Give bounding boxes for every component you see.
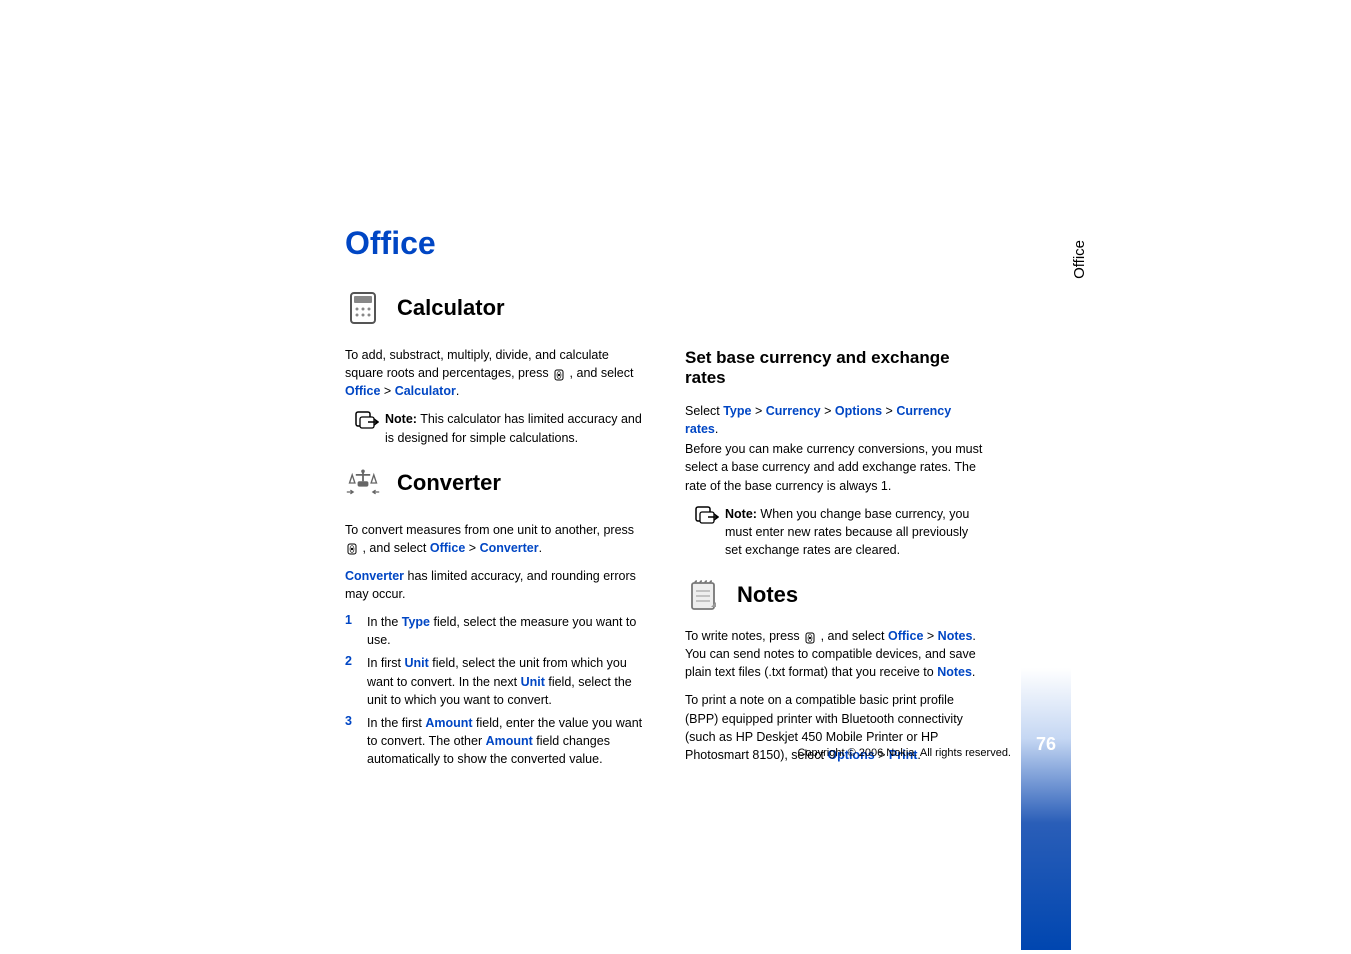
two-column-layout: Calculator To add, substract, multiply, … (345, 290, 1040, 774)
calculator-section-header: Calculator (345, 290, 645, 326)
notes-icon (685, 577, 721, 613)
side-tab-label: Office (1071, 240, 1088, 279)
menu-key-icon (804, 631, 816, 643)
converter-heading: Converter (397, 470, 501, 496)
calculator-icon (345, 290, 381, 326)
notes-p1: To write notes, press , and select Offic… (685, 627, 985, 681)
exchange-select: Select Type > Currency > Options > Curre… (685, 402, 985, 438)
exchange-note: Note: When you change base currency, you… (685, 505, 985, 559)
office-link: Office (888, 629, 923, 643)
notes-link: Notes (937, 665, 972, 679)
calculator-link: Calculator (395, 384, 456, 398)
page-number: 76 (1021, 729, 1071, 759)
converter-icon (345, 465, 381, 501)
list-item: 1 In the Type field, select the measure … (345, 613, 645, 649)
converter-intro: To convert measures from one unit to ano… (345, 521, 645, 557)
converter-link: Converter (480, 541, 539, 555)
office-link: Office (345, 384, 380, 398)
copyright-text: Copyright © 2006 Nokia. All rights reser… (797, 747, 1011, 759)
note-icon (695, 506, 717, 522)
right-column: Set base currency and exchange rates Sel… (685, 290, 985, 774)
left-column: Calculator To add, substract, multiply, … (345, 290, 645, 774)
notes-section-header: Notes (685, 577, 985, 613)
menu-key-icon (346, 542, 358, 554)
page-title: Office (345, 225, 1351, 262)
converter-warning: Converter has limited accuracy, and roun… (345, 567, 645, 603)
list-item: 2 In first Unit field, select the unit f… (345, 654, 645, 708)
note-icon (355, 411, 377, 427)
note-label: Note: (385, 412, 417, 426)
list-item: 3 In the first Amount field, enter the v… (345, 714, 645, 768)
calculator-intro: To add, substract, multiply, divide, and… (345, 346, 645, 400)
converter-section-header: Converter (345, 465, 645, 501)
exchange-body: Before you can make currency conversions… (685, 440, 985, 494)
page-gradient (1021, 668, 1071, 950)
menu-key-icon (553, 368, 565, 380)
document-page: Office Calculator To add, substract, mul… (0, 0, 1351, 954)
calculator-note: Note: This calculator has limited accura… (345, 410, 645, 446)
office-link: Office (430, 541, 465, 555)
calculator-heading: Calculator (397, 295, 505, 321)
exchange-heading: Set base currency and exchange rates (685, 348, 985, 388)
note-label: Note: (725, 507, 757, 521)
notes-link: Notes (938, 629, 973, 643)
notes-heading: Notes (737, 582, 798, 608)
